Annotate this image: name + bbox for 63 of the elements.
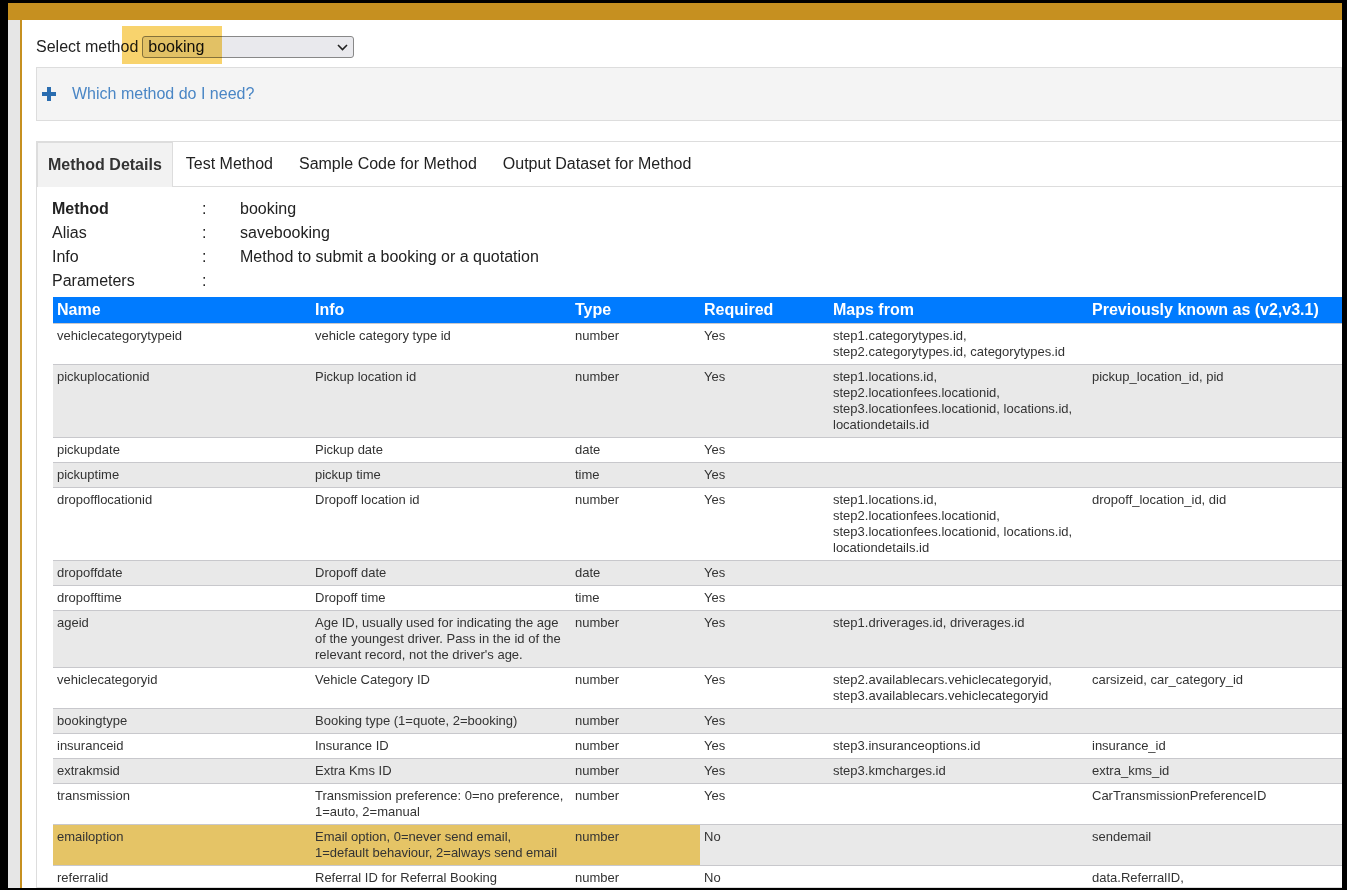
detail-value: Method to submit a booking or a quotation [240, 246, 540, 267]
table-cell: No [700, 865, 829, 887]
table-cell: number [571, 610, 700, 668]
table-cell: dropoffdate [53, 560, 311, 586]
plus-icon[interactable] [42, 87, 56, 101]
column-header: Info [311, 296, 571, 324]
table-cell: number [571, 824, 700, 866]
column-header: Required [700, 296, 829, 324]
table-cell: Yes [700, 708, 829, 734]
table-cell: Yes [700, 560, 829, 586]
detail-separator: : [202, 198, 208, 219]
table-cell: pickuplocationid [53, 364, 311, 438]
table-cell: Yes [700, 610, 829, 668]
tab[interactable]: Output Dataset for Method [489, 142, 705, 186]
column-header: Maps from [829, 296, 1088, 324]
tab[interactable]: Test Method [172, 142, 286, 186]
table-cell: number [571, 364, 700, 438]
table-cell: Email option, 0=never send email, 1=default behaviour, 2=always send email [311, 824, 571, 866]
table-cell: ageid [53, 610, 311, 668]
column-header: Type [571, 296, 700, 324]
table-cell: sendemail [1088, 824, 1342, 866]
table-cell: number [571, 865, 700, 887]
table-cell: data.ReferralID, [1088, 865, 1342, 887]
detail-value: savebooking [240, 222, 331, 243]
table-cell: Yes [700, 758, 829, 784]
table-cell: extrakmsid [53, 758, 311, 784]
table-cell: pickup time [311, 462, 571, 488]
table-cell: emailoption [53, 824, 311, 866]
tab[interactable]: Sample Code for Method [285, 142, 490, 186]
table-cell: Yes [700, 364, 829, 438]
table-cell: number [571, 758, 700, 784]
detail-separator: : [202, 222, 208, 243]
detail-separator: : [202, 270, 208, 291]
detail-label: Info [52, 246, 80, 267]
table-cell: Age ID, usually used for indicating the age of the youngest driver. Pass in the id of the relevant record, not the driver's age. [311, 610, 571, 668]
tab[interactable]: Method Details [37, 142, 173, 187]
detail-value: booking [240, 198, 298, 219]
table-cell: referralid [53, 865, 311, 887]
detail-separator: : [202, 246, 208, 267]
table-cell: number [571, 708, 700, 734]
table-cell: bookingtype [53, 708, 311, 734]
table-cell: step1.driverages.id, driverages.id [829, 610, 1088, 668]
table-cell: extra_kms_id [1088, 758, 1342, 784]
table-cell: Referral ID for Referral Booking [311, 865, 571, 887]
table-cell: step1.locations.id, step2.locationfees.locationid, step3.locationfees.locationid, locations.id, locationdetails.id [829, 364, 1088, 438]
detail-label: Method [52, 198, 110, 219]
chevron-down-icon [337, 43, 349, 51]
detail-label: Alias [52, 222, 88, 243]
column-header: Name [53, 296, 311, 324]
help-link[interactable]: Which method do I need? [72, 85, 255, 103]
table-cell: Dropoff date [311, 560, 571, 586]
table-cell: pickuptime [53, 462, 311, 488]
table-cell: time [571, 462, 700, 488]
table-cell: step3.kmcharges.id [829, 758, 1088, 784]
table-cell: pickup_location_id, pid [1088, 364, 1342, 438]
table-cell: date [571, 560, 700, 586]
table-cell: Booking type (1=quote, 2=booking) [311, 708, 571, 734]
table-cell: Extra Kms ID [311, 758, 571, 784]
table-cell: Pickup location id [311, 364, 571, 438]
table-cell: No [700, 824, 829, 866]
column-header: Previously known as (v2,v3.1) [1088, 296, 1342, 324]
table-cell: Yes [700, 462, 829, 488]
detail-label: Parameters [52, 270, 136, 291]
